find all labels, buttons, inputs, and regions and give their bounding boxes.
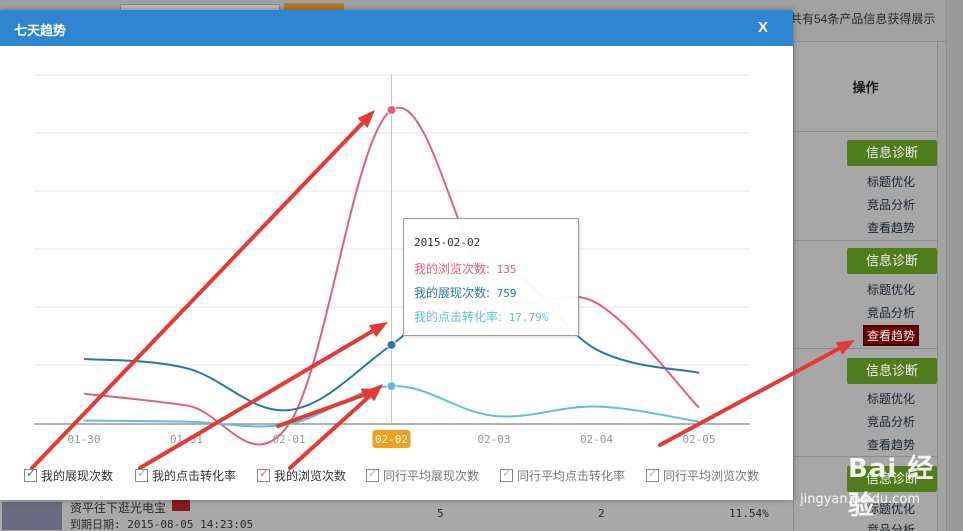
chart-tooltip: 2015-02-02 我的浏览次数: 135 我的展现次数: 759 我的点击转…: [403, 218, 579, 336]
data-point: [386, 381, 397, 392]
tooltip-shows-value: 759: [496, 287, 517, 300]
legend-label: 同行平均展现次数: [383, 469, 480, 483]
tooltip-views-value: 135: [496, 263, 517, 276]
checkbox-icon[interactable]: ✓: [500, 466, 513, 482]
tooltip-shows-label: 我的展现次数:: [414, 286, 491, 300]
watermark-url: jingyan.baidu.com: [800, 492, 920, 507]
data-point: [386, 105, 397, 115]
legend-item-shows[interactable]: ✓ 我的展现次数: [24, 466, 114, 484]
legend-item-peer-views[interactable]: ✓ 同行平均浏览次数: [646, 466, 760, 484]
x-tick-label: 02-03: [477, 433, 510, 446]
checkbox-icon[interactable]: ✓: [366, 466, 379, 482]
legend-item-views[interactable]: ✓ 我的浏览次数: [257, 466, 347, 484]
tooltip-rate-label: 我的点击转化率:: [414, 310, 503, 324]
legend-label: 我的展现次数: [41, 469, 114, 483]
checkbox-icon[interactable]: ✓: [135, 466, 148, 482]
x-tick-label: 02-04: [580, 433, 613, 446]
legend-item-peer-shows[interactable]: ✓ 同行平均展现次数: [366, 466, 480, 484]
tooltip-views-label: 我的浏览次数:: [414, 262, 491, 276]
tooltip-shows: 我的展现次数: 759: [414, 284, 517, 301]
tooltip-rate-value: 17.79%: [508, 311, 549, 324]
annotation-arrow-head: [835, 340, 855, 355]
legend-item-peer-click-rate[interactable]: ✓ 同行平均点击转化率: [500, 466, 626, 484]
tooltip-views: 我的浏览次数: 135: [414, 260, 517, 277]
chart-legend: ✓ 我的展现次数 ✓ 我的点击转化率 ✓ 我的浏览次数 ✓ 同行平均展现次数 ✓ 同行平均…: [24, 466, 784, 485]
x-tick-label: 02-01: [272, 433, 305, 446]
legend-label: 我的浏览次数: [274, 469, 347, 483]
tooltip-date: 2015-02-02: [414, 236, 481, 249]
checkbox-icon[interactable]: ✓: [257, 466, 270, 482]
x-tick-label: 01-30: [67, 433, 100, 446]
checkbox-icon[interactable]: ✓: [646, 466, 659, 482]
watermark-logo: Bai 经验: [848, 454, 935, 521]
x-tick-label: 02-02: [375, 433, 408, 446]
legend-item-click-rate[interactable]: ✓ 我的点击转化率: [135, 466, 237, 484]
tooltip-rate: 我的点击转化率: 17.79%: [414, 308, 548, 325]
data-point: [386, 339, 397, 350]
watermark: Bai 经验 jingyan.baidu.com: [800, 428, 940, 521]
annotation-arrow: [138, 329, 375, 470]
legend-label: 同行平均点击转化率: [517, 469, 626, 483]
legend-label: 我的点击转化率: [152, 469, 237, 483]
annotation-arrow-head: [368, 322, 388, 338]
x-tick-label: 02-05: [682, 433, 715, 446]
checkbox-icon[interactable]: ✓: [24, 466, 37, 482]
legend-label: 同行平均浏览次数: [663, 469, 760, 483]
